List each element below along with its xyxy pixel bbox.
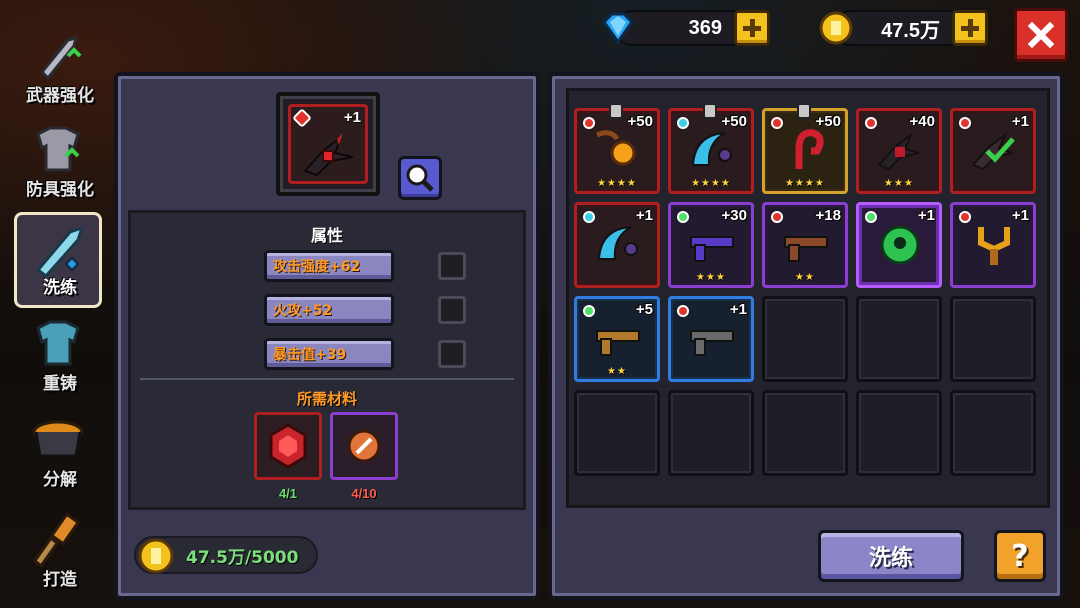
empty-inventory-slot[interactable] — [668, 390, 754, 476]
forge-hammer-icon — [32, 512, 81, 568]
shotgun-icon — [596, 330, 640, 356]
lock-icon — [703, 103, 717, 119]
materials-title: 所需材料 — [296, 390, 357, 408]
attribute-row: 火攻+52 — [264, 294, 394, 326]
cauldron-icon — [32, 420, 84, 458]
dark-claw-icon — [877, 131, 920, 171]
green-eye-icon — [880, 225, 920, 265]
inventory-slot[interactable]: +1 — [950, 202, 1036, 288]
reforge-sword-icon — [35, 225, 85, 279]
inventory-slot[interactable]: +50 ★★★★ — [762, 103, 848, 194]
star-rating: ★★★★ — [691, 178, 731, 189]
star-rating: ★★★ — [884, 178, 914, 189]
star-rating: ★★ — [607, 366, 627, 377]
inventory-slot[interactable]: +1 — [574, 202, 660, 288]
attribute-lock-checkbox[interactable] — [438, 252, 466, 280]
inventory-slot[interactable]: +5 ★★ — [574, 296, 660, 382]
void-rifle-icon — [690, 236, 734, 262]
star-rating: ★★★ — [696, 272, 726, 283]
gold-coin-icon — [819, 11, 853, 45]
attribute-lock-checkbox[interactable] — [438, 296, 466, 324]
inventory-slot[interactable]: +1 — [856, 202, 942, 288]
sidebar-item-weapon-upgrade[interactable]: 武器强化 — [12, 20, 108, 110]
empty-inventory-slot[interactable] — [762, 296, 848, 382]
attributes-title: 属性 — [310, 226, 343, 245]
sidebar-item-reforge[interactable]: 洗练 — [12, 212, 108, 302]
selected-item-slot[interactable]: +1 — [276, 92, 380, 196]
star-rating: ★★★★ — [785, 178, 825, 189]
gold-coin-icon — [138, 538, 174, 574]
empty-inventory-slot[interactable] — [574, 390, 660, 476]
inventory-slot[interactable]: +50 ★★★★ — [668, 103, 754, 194]
selected-item-frame: +1 — [288, 104, 368, 184]
inventory-slot[interactable]: +1 — [950, 108, 1036, 194]
empty-inventory-slot[interactable] — [950, 390, 1036, 476]
material-slot[interactable] — [254, 412, 322, 480]
rarity-gem-icon — [292, 108, 312, 128]
ice-scythe-icon — [691, 132, 732, 166]
equipped-claw-icon — [971, 131, 1015, 171]
cost-label: 47.5万/5000 — [186, 547, 299, 568]
close-button[interactable] — [1014, 8, 1068, 62]
sidebar-item-armor-upgrade[interactable]: 防具强化 — [12, 114, 108, 204]
pistol-icon — [690, 330, 734, 356]
ice-scythe-icon — [597, 226, 638, 260]
lock-icon — [609, 103, 623, 119]
gold-counter: 47.5万 — [819, 10, 988, 46]
dark-claw-weapon-icon — [303, 133, 354, 177]
selected-item-level: +1 — [343, 109, 361, 126]
inspect-button[interactable] — [398, 156, 442, 200]
inventory-slot[interactable]: +30 ★★★ — [668, 202, 754, 288]
red-hook-icon — [795, 129, 824, 169]
reforge-cost: 47.5万/5000 — [134, 536, 318, 574]
inventory-slot[interactable]: +50 ★★★★ — [574, 103, 660, 194]
section-divider — [140, 378, 514, 380]
star-rating: ★★ — [795, 272, 815, 283]
sidebar: 武器强化 防具强化 洗练 重铸 分解 打造 — [0, 0, 112, 608]
scroll-icon — [347, 429, 381, 463]
inventory-slot[interactable]: +18 ★★ — [762, 202, 848, 288]
sidebar-item-salvage[interactable]: 分解 — [12, 404, 108, 494]
slingshot-icon — [978, 227, 1010, 265]
help-button[interactable]: ? — [994, 530, 1046, 582]
fire-lantern-staff-icon — [596, 130, 636, 166]
diamond-icon — [602, 12, 634, 45]
inventory-slot[interactable]: +40 ★★★ — [856, 108, 942, 194]
inventory-slot[interactable]: +1 — [668, 296, 754, 382]
material-count: 4/1 — [278, 486, 298, 501]
empty-inventory-slot[interactable] — [950, 296, 1036, 382]
empty-inventory-slot[interactable] — [762, 390, 848, 476]
attribute-row: 暴击值+39 — [264, 338, 394, 370]
crossbow-icon — [784, 236, 828, 262]
recast-armor-icon — [36, 320, 80, 366]
attribute-row: 攻击强度+62 — [264, 250, 394, 282]
armor-upgrade-icon — [36, 126, 80, 172]
attribute-lock-checkbox[interactable] — [438, 340, 466, 368]
add-gems-button[interactable] — [734, 10, 770, 46]
empty-inventory-slot[interactable] — [856, 390, 942, 476]
empty-inventory-slot[interactable] — [856, 296, 942, 382]
close-icon — [1027, 21, 1055, 49]
sword-upgrade-icon — [39, 35, 82, 81]
lock-icon — [797, 103, 811, 119]
sidebar-item-forge[interactable]: 打造 — [12, 504, 108, 594]
sidebar-item-recast[interactable]: 重铸 — [12, 308, 108, 398]
red-crystal-icon — [269, 423, 307, 469]
gem-counter: 369 — [602, 10, 770, 46]
reforge-button[interactable]: 洗练 — [818, 530, 964, 582]
add-gold-button[interactable] — [952, 10, 988, 46]
magnifier-icon — [406, 164, 434, 192]
material-slot[interactable] — [330, 412, 398, 480]
star-rating: ★★★★ — [597, 178, 637, 189]
material-count: 4/10 — [351, 486, 377, 501]
